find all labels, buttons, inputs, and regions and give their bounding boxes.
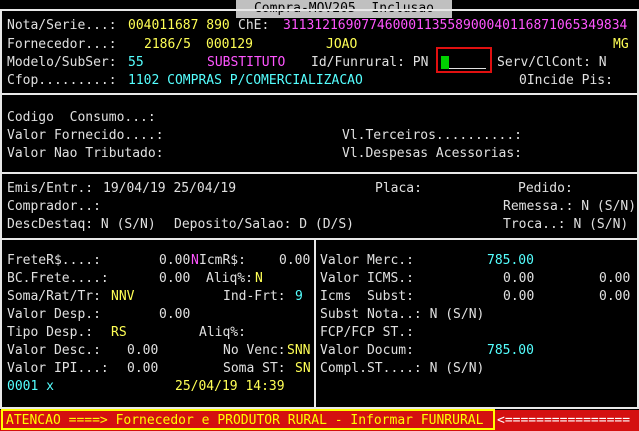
- valor-icms-label: Valor ICMS.:: [320, 271, 414, 286]
- icms-subst-value[interactable]: 0.00: [503, 288, 534, 305]
- tipo-desp-value[interactable]: RS: [111, 324, 127, 341]
- text-cursor: [441, 56, 449, 69]
- terminal-screen: Compra-MOV205 Inclusao Nota/Serie...: 00…: [0, 0, 639, 431]
- tipo-desp-label: Tipo Desp.:: [7, 325, 94, 340]
- valor-desc-label: Valor Desc.:: [7, 343, 101, 358]
- fornecedor-label: Fornecedor...:: [7, 37, 117, 52]
- alert-arrow-tail: <================: [497, 413, 631, 428]
- comprador-label[interactable]: Comprador..:: [7, 198, 101, 215]
- funrural-label: Id/Funrural: PN: [311, 55, 429, 70]
- fornecedor-code2: 000129: [206, 37, 253, 52]
- vl-despesas-label[interactable]: Vl.Despesas Acessorias:: [342, 145, 522, 162]
- icms-subst-label: Icms Subst:: [320, 289, 414, 304]
- incide-pis-label[interactable]: 0Incide Pis:: [519, 72, 613, 89]
- valor-ipi-label: Valor IPI...:: [7, 361, 109, 376]
- chave-value[interactable]: 3113121690774600011355890004011687106534…: [283, 17, 627, 34]
- frete-value[interactable]: 0.00: [159, 252, 190, 269]
- nota-value[interactable]: 004011687 890: [128, 17, 230, 34]
- aliq-value[interactable]: N: [255, 270, 263, 287]
- placa-label[interactable]: Placa:: [375, 180, 422, 197]
- valor-ipi-value[interactable]: 0.00: [127, 360, 158, 377]
- valor-icms-value[interactable]: 0.00: [503, 270, 534, 287]
- icmr-flag: N: [191, 253, 199, 268]
- ind-frt-label: Ind-Frt:: [223, 289, 286, 304]
- soma-st-label: Soma ST:: [223, 361, 286, 376]
- fornecedor-uf: MG: [613, 37, 629, 52]
- bcfrete-value[interactable]: 0.00: [159, 270, 190, 287]
- servcl-label[interactable]: Serv/ClCont: N: [497, 54, 607, 71]
- divider-section3: [0, 238, 639, 240]
- fcp-st-label[interactable]: FCP/FCP ST.:: [320, 324, 414, 341]
- compl-st-field[interactable]: Compl.ST....: N (S/N): [320, 360, 484, 377]
- nota-label: Nota/Serie...:: [7, 18, 117, 33]
- subst-nota-field[interactable]: Subst Nota..: N (S/N): [320, 306, 484, 323]
- divider-vertical: [314, 240, 316, 408]
- emis-entr-label: Emis/Entr.:: [7, 181, 94, 196]
- valor-desp-label: Valor Desp.:: [7, 307, 101, 322]
- aliq2-label[interactable]: Aliq%:: [199, 324, 246, 341]
- soma-st-value[interactable]: SN: [295, 360, 311, 377]
- no-venc-label: No Venc:: [223, 343, 286, 358]
- icms-subst-value2[interactable]: 0.00: [599, 288, 630, 305]
- valor-desp-value[interactable]: 0.00: [159, 306, 190, 323]
- fornecedor-code[interactable]: 2186/5: [144, 36, 191, 53]
- remessa-field[interactable]: Remessa.: N (S/N): [503, 198, 636, 215]
- valor-nao-tributado-label[interactable]: Valor Nao Tributado:: [7, 145, 164, 162]
- deposito-salao-field[interactable]: Deposito/Salao: D (D/S): [174, 216, 354, 233]
- pedido-label[interactable]: Pedido:: [518, 180, 573, 197]
- icmr-value[interactable]: 0.00: [279, 252, 310, 269]
- frete-label: FreteR$....:: [7, 253, 101, 268]
- aliq-label: Aliq%:: [206, 271, 253, 286]
- alert-message: ATENCAO ====> Fornecedor e PRODUTOR RURA…: [6, 413, 484, 428]
- valor-fornecido-label[interactable]: Valor Fornecido....:: [7, 127, 164, 144]
- fornecedor-name: JOAO: [326, 37, 358, 52]
- chave-label: ChE:: [238, 18, 270, 33]
- troca-field[interactable]: Troca..: N (S/N): [503, 216, 628, 233]
- valor-desc-value[interactable]: 0.00: [127, 342, 158, 359]
- icmr-label: IcmR$:: [199, 253, 246, 268]
- cfop-value[interactable]: 1102 COMPRAS P/COMERCIALIZACAO: [128, 72, 363, 89]
- no-venc-value[interactable]: SNN: [287, 342, 310, 359]
- valor-docum-value: 785.00: [487, 343, 534, 358]
- substituto-text: SUBSTITUTO: [207, 55, 286, 70]
- codigo-consumo-label[interactable]: Codigo Consumo...:: [7, 109, 156, 126]
- divider-section2: [0, 172, 639, 174]
- divider-header: [0, 93, 639, 95]
- bcfrete-label: BC.Frete....:: [7, 271, 109, 286]
- cfop-label: Cfop.........:: [7, 73, 117, 88]
- valor-merc-value[interactable]: 785.00: [487, 252, 534, 269]
- valor-merc-label: Valor Merc.:: [320, 253, 414, 268]
- valor-docum-label: Valor Docum:: [320, 343, 414, 358]
- funrural-input-underline: [449, 68, 486, 69]
- soma-rat-label: Soma/Rat/Tr:: [7, 289, 101, 304]
- descdestaq-field[interactable]: DescDestaq: N (S/N): [7, 216, 156, 233]
- modelo-value[interactable]: 55: [128, 54, 144, 71]
- modelo-label: Modelo/SubSer:: [7, 55, 117, 70]
- soma-rat-value[interactable]: NNV: [111, 288, 134, 305]
- ind-frt-value[interactable]: 9: [295, 288, 303, 305]
- emis-entr-value[interactable]: 19/04/19 25/04/19: [103, 180, 236, 197]
- footer-datetime: 25/04/19 14:39: [175, 379, 285, 394]
- footer-id: 0001 x: [7, 379, 54, 394]
- valor-icms-value2[interactable]: 0.00: [599, 270, 630, 287]
- vl-terceiros-label[interactable]: Vl.Terceiros..........:: [342, 127, 522, 144]
